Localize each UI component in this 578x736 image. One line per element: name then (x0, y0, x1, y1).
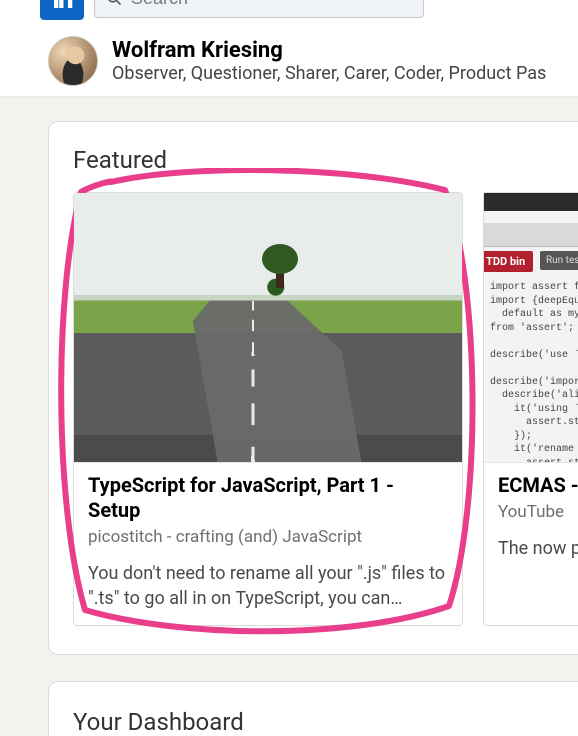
linkedin-logo-text: in (52, 0, 71, 15)
ide-code: import assert from 'assert'; import {dee… (490, 281, 578, 463)
featured-card-title: TypeScript for JavaScript, Part 1 - Setu… (88, 473, 448, 523)
top-nav: in Wolfram Kriesing Observer, Questioner… (0, 0, 578, 97)
search-input[interactable] (131, 0, 413, 9)
featured-card-description: You don't need to rename all your ".js" … (88, 561, 448, 611)
profile-name: Wolfram Kriesing (112, 38, 546, 63)
profile-text: Wolfram Kriesing Observer, Questioner, S… (112, 38, 546, 84)
ide-run-button: Run tests ▸ (540, 251, 578, 270)
featured-thumbnail: TDD bin Run tests ▸ import assert from '… (484, 193, 578, 463)
featured-thumbnail (74, 193, 462, 463)
featured-heading: Featured (73, 146, 578, 174)
featured-card[interactable]: TypeScript for JavaScript, Part 1 - Setu… (73, 192, 463, 626)
featured-card-body: TypeScript for JavaScript, Part 1 - Setu… (74, 463, 462, 625)
featured-section: Featured TypeScript for JavaScript, Part… (48, 121, 578, 655)
featured-card-source: YouTube (498, 502, 578, 522)
linkedin-logo[interactable]: in (40, 0, 84, 20)
page-content: Featured TypeScript for JavaScript, Part… (0, 97, 578, 736)
dashboard-section: Your Dashboard (48, 681, 578, 736)
featured-carousel[interactable]: TypeScript for JavaScript, Part 1 - Setu… (73, 192, 578, 626)
search-box[interactable] (94, 0, 424, 18)
ide-badge: TDD bin (484, 251, 533, 272)
dashboard-heading: Your Dashboard (73, 708, 578, 736)
top-nav-inner: in (0, 0, 578, 26)
avatar[interactable] (48, 36, 98, 86)
featured-card[interactable]: TDD bin Run tests ▸ import assert from '… (483, 192, 578, 626)
featured-card-title: ECMAS - Wolfra (498, 473, 578, 498)
profile-tagline: Observer, Questioner, Sharer, Carer, Cod… (112, 63, 546, 84)
profile-summary[interactable]: Wolfram Kriesing Observer, Questioner, S… (0, 26, 578, 96)
featured-card-body: ECMAS - Wolfra YouTube The now pure Jav (484, 463, 578, 575)
featured-card-description: The now pure Jav (498, 536, 578, 561)
featured-card-source: picostitch - crafting (and) JavaScript (88, 527, 448, 547)
search-icon (105, 0, 123, 7)
